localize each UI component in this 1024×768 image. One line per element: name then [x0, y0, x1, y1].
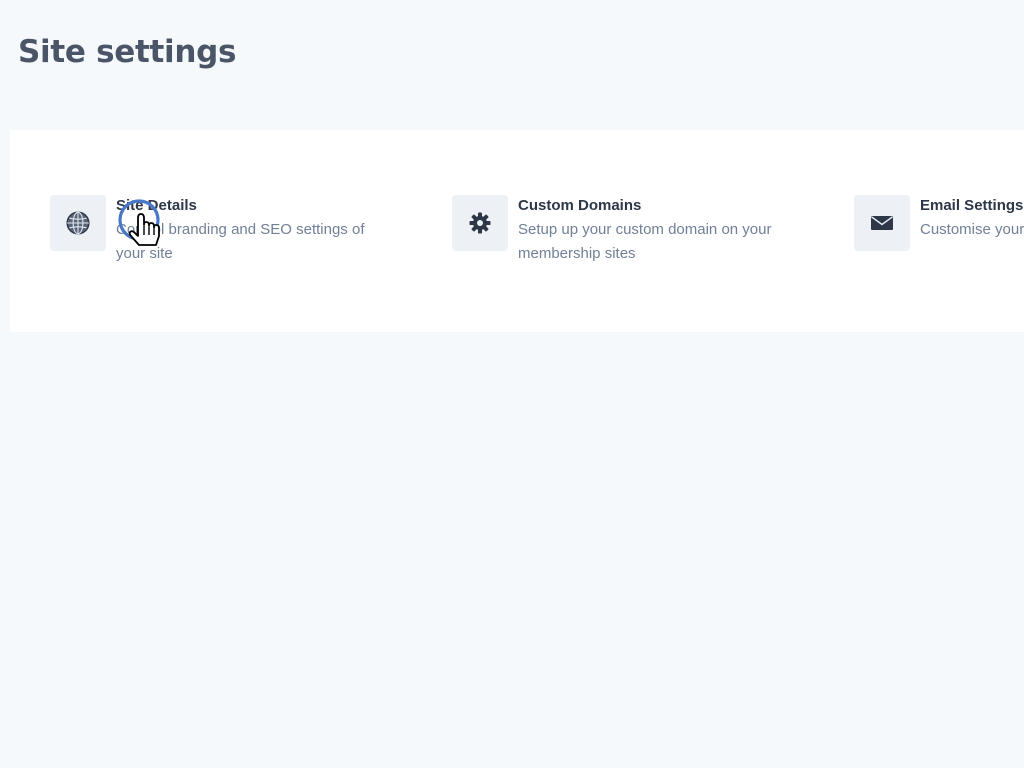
settings-card: Site Details Control branding and SEO se…	[10, 130, 1024, 332]
setting-item-title[interactable]: Site Details	[116, 194, 394, 218]
setting-item-description: Setup up your custom domain on your memb…	[518, 221, 772, 262]
envelope-icon	[854, 195, 910, 251]
page-title: Site settings	[18, 34, 237, 70]
setting-item-text: Custom Domains Setup up your custom doma…	[518, 194, 796, 266]
setting-item-title[interactable]: Email Settings	[920, 194, 1024, 218]
setting-item-text: Email Settings Customise your email sett…	[920, 194, 1024, 242]
setting-item-text: Site Details Control branding and SEO se…	[116, 194, 394, 266]
gear-icon	[452, 195, 508, 251]
setting-item-title[interactable]: Custom Domains	[518, 194, 796, 218]
setting-item-description: Customise your email settings	[920, 221, 1024, 238]
globe-icon	[50, 195, 106, 251]
setting-item-description: Control branding and SEO settings of you…	[116, 221, 365, 262]
